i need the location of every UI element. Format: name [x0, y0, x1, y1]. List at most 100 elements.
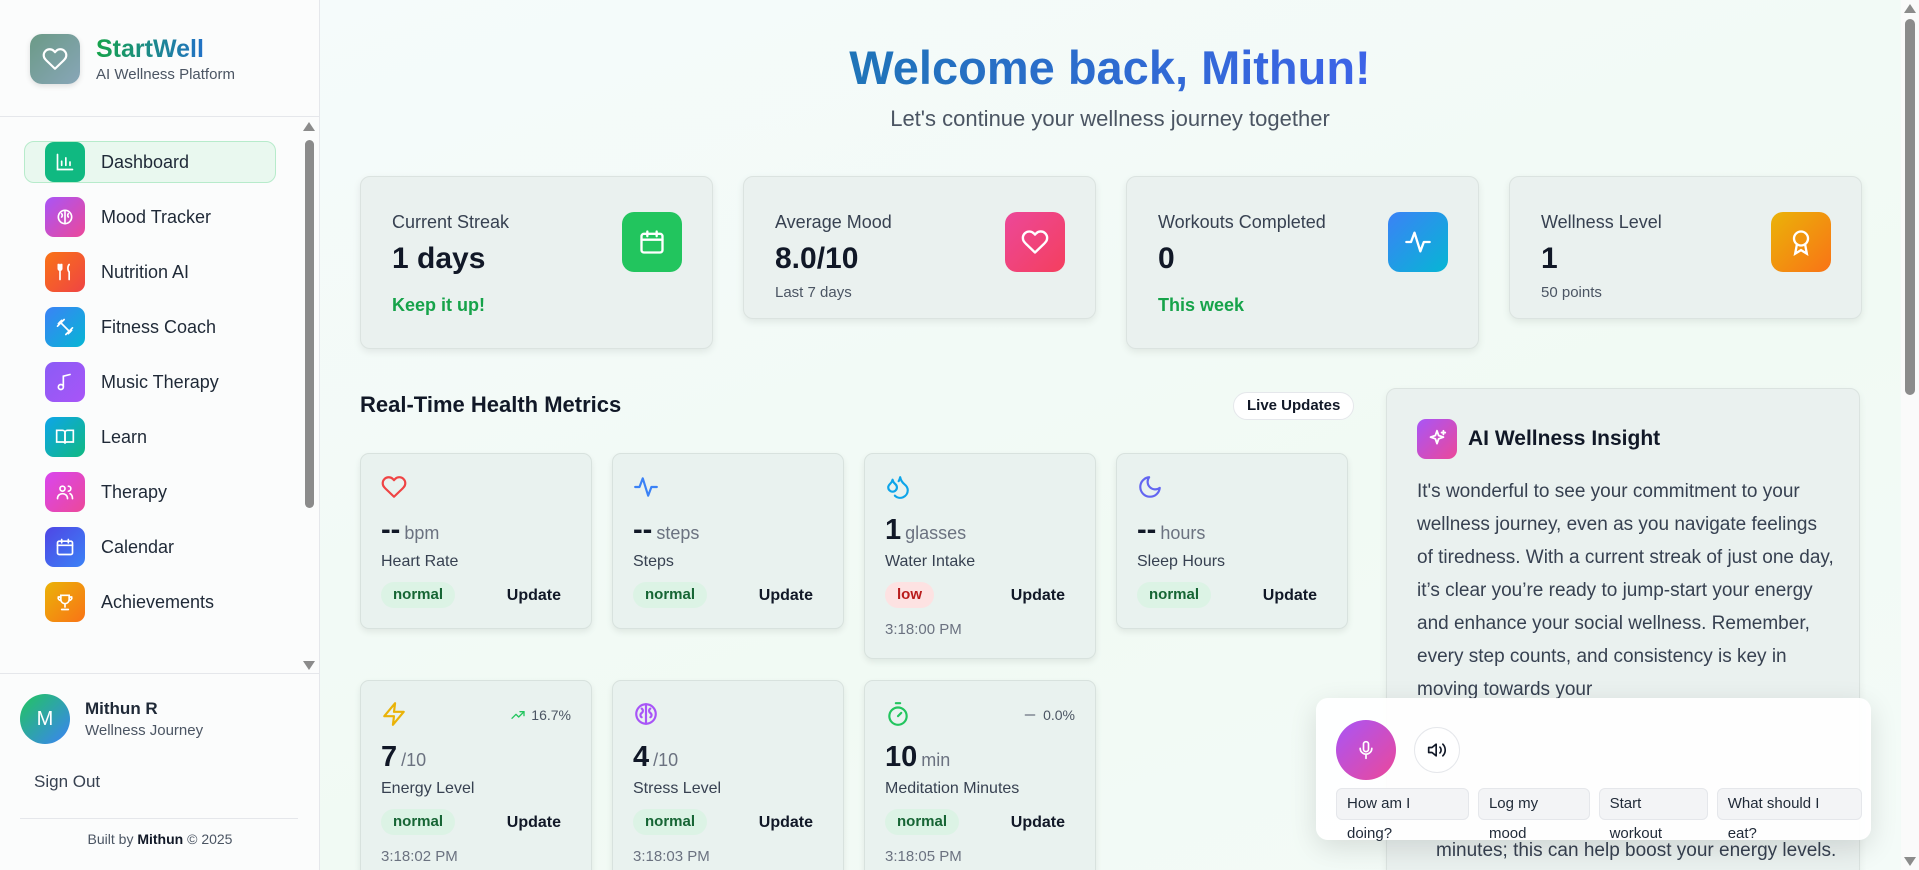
update-button[interactable]: Update [1263, 587, 1317, 605]
moon-icon [1139, 476, 1161, 498]
update-button[interactable]: Update [507, 587, 561, 605]
sidebar-item-label: Calendar [101, 536, 175, 557]
volume-icon [1427, 743, 1447, 757]
mic-button[interactable] [1336, 720, 1396, 780]
quick-action-button[interactable]: Start workout [1598, 788, 1708, 842]
metric-number: -- [1137, 514, 1157, 546]
update-button[interactable]: Update [1011, 814, 1065, 832]
page-subtitle: Let's continue your wellness journey tog… [890, 106, 1330, 131]
heart-icon [381, 476, 407, 498]
stat-card-workouts: Workouts Completed 0 This week [1126, 176, 1479, 349]
music-icon [45, 362, 85, 402]
quick-action-button[interactable]: How am I doing? [1336, 788, 1469, 842]
minus-icon [1024, 714, 1036, 716]
trend-value: 16.7% [531, 707, 571, 723]
update-button[interactable]: Update [507, 814, 561, 832]
metric-card-sleep-hours: -- hours Sleep Hours normal Update [1116, 453, 1348, 629]
status-badge: normal [633, 809, 708, 835]
quick-action-button[interactable]: Log my mood [1477, 788, 1590, 842]
bar-chart-icon [45, 142, 85, 182]
timestamp: 3:18:02 PM [381, 848, 458, 865]
sidebar-scrollbar[interactable] [302, 122, 316, 670]
scroll-thumb[interactable] [1905, 19, 1915, 395]
live-updates-badge: Live Updates [1233, 392, 1355, 420]
metric-number: -- [633, 514, 653, 546]
utensils-icon [45, 252, 85, 292]
update-button[interactable]: Update [1011, 587, 1065, 605]
divider [0, 116, 319, 117]
sidebar-item-learn[interactable]: Learn [24, 416, 276, 458]
stat-label: Average Mood [775, 212, 892, 232]
stat-note: Keep it up! [392, 295, 485, 315]
metric-card-steps: -- steps Steps normal Update [612, 453, 844, 629]
stat-note: This week [1158, 295, 1245, 315]
page-scrollbar[interactable] [1901, 0, 1919, 870]
quick-actions: How am I doing? Log my mood Start workou… [1336, 788, 1871, 842]
metric-value: 10 min [885, 741, 950, 774]
sparkles-icon [1417, 419, 1457, 459]
status-badge: normal [381, 809, 456, 835]
metric-value: -- steps [633, 514, 699, 547]
stat-note: 50 points [1541, 284, 1602, 301]
scroll-up-icon[interactable] [1904, 4, 1916, 13]
heart-icon [30, 34, 80, 84]
metric-card-stress-level: 4/10 Stress Level normal Update 3:18:03 … [612, 680, 844, 870]
droplets-icon [887, 476, 909, 499]
zap-icon [383, 702, 405, 726]
metric-unit: bpm [404, 523, 440, 543]
divider [0, 673, 319, 674]
stat-label: Current Streak [392, 212, 510, 232]
stat-value: 0 [1158, 242, 1175, 275]
sidebar-item-calendar[interactable]: Calendar [24, 526, 276, 568]
trend: 16.7% [510, 707, 571, 723]
metric-value: 4/10 [633, 741, 678, 774]
timestamp: 3:18:00 PM [885, 621, 962, 638]
quick-action-button[interactable]: What should I eat? [1716, 788, 1863, 842]
metric-label: Meditation Minutes [885, 780, 1020, 797]
metric-card-meditation-minutes: 0.0% 10 min Meditation Minutes normal Upd… [864, 680, 1096, 870]
brain-icon [45, 197, 85, 237]
metric-label: Stress Level [633, 780, 722, 797]
metric-unit: min [921, 750, 951, 770]
user-name: Mithun R [85, 699, 158, 718]
activity-icon [634, 477, 658, 497]
metric-value: 1 glasses [885, 514, 966, 547]
sidebar-item-achievements[interactable]: Achievements [24, 581, 276, 623]
sidebar-item-label: Nutrition AI [101, 261, 190, 282]
footer-author: Mithun [137, 831, 184, 847]
metric-unit: hours [1160, 523, 1206, 543]
user-profile[interactable]: M Mithun R Wellness Journey [20, 694, 203, 744]
scroll-thumb[interactable] [305, 140, 314, 508]
sidebar-item-mood-tracker[interactable]: Mood Tracker [24, 196, 276, 238]
metric-label: Energy Level [381, 780, 475, 797]
main-content: Welcome back, Mithun! Let's continue you… [320, 0, 1900, 870]
sidebar-item-nutrition-ai[interactable]: Nutrition AI [24, 251, 276, 293]
footer: Built by Mithun © 2025 [0, 831, 320, 847]
stat-value: 1 days [392, 242, 486, 275]
sidebar-item-fitness-coach[interactable]: Fitness Coach [24, 306, 276, 348]
brand[interactable]: StartWell AI Wellness Platform [30, 34, 235, 84]
status-badge: normal [885, 809, 960, 835]
sidebar-item-dashboard[interactable]: Dashboard [24, 141, 276, 183]
sign-out-button[interactable]: Sign Out [34, 772, 100, 792]
stat-value: 1 [1541, 242, 1558, 275]
metric-number: -- [381, 514, 401, 546]
speaker-button[interactable] [1414, 727, 1460, 773]
update-button[interactable]: Update [759, 814, 813, 832]
status-badge: normal [1137, 582, 1212, 608]
scroll-down-icon[interactable] [1904, 857, 1916, 866]
sidebar-item-label: Music Therapy [101, 371, 219, 392]
stat-card-wellness-level: Wellness Level 1 50 points [1509, 176, 1862, 319]
sidebar-item-therapy[interactable]: Therapy [24, 471, 276, 513]
sidebar-item-music-therapy[interactable]: Music Therapy [24, 361, 276, 403]
stat-label: Wellness Level [1541, 212, 1662, 232]
update-button[interactable]: Update [759, 587, 813, 605]
timestamp: 3:18:03 PM [633, 848, 710, 865]
scroll-down-icon[interactable] [303, 661, 315, 670]
sidebar-item-label: Therapy [101, 481, 168, 502]
scroll-up-icon[interactable] [303, 122, 315, 131]
metric-unit: steps [656, 523, 700, 543]
footer-prefix: Built by [87, 831, 134, 847]
sidebar-item-label: Mood Tracker [101, 206, 212, 227]
avatar: M [20, 694, 70, 744]
